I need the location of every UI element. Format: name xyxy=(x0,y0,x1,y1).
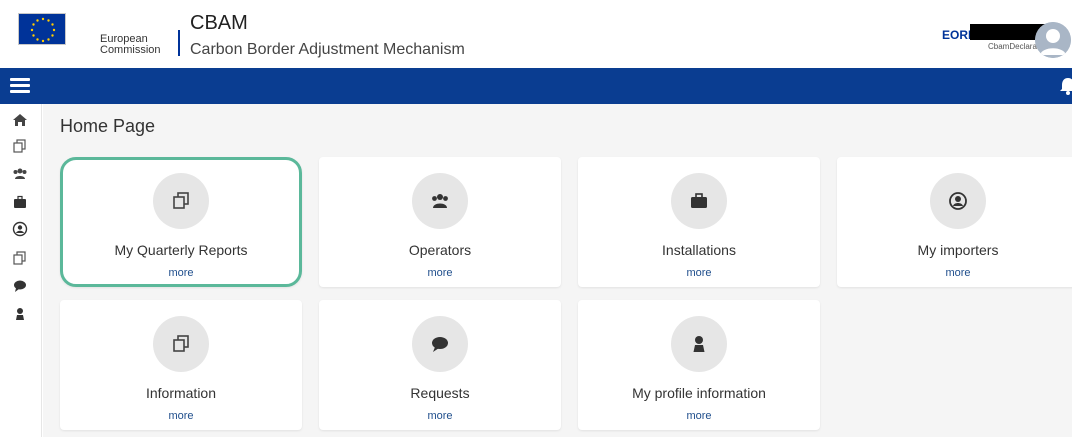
home-icon[interactable] xyxy=(12,112,28,128)
card-icon-circle xyxy=(930,173,986,229)
card-icon-circle xyxy=(153,316,209,372)
more-link[interactable]: more xyxy=(578,267,820,279)
card-information[interactable]: Information more xyxy=(60,300,302,430)
eu-flag-logo xyxy=(18,13,66,45)
reports-icon[interactable] xyxy=(12,138,28,154)
user-circle-icon[interactable] xyxy=(12,221,28,237)
more-link[interactable]: more xyxy=(60,410,302,422)
main-content: Home Page My Quarterly Reports more Oper… xyxy=(43,104,1072,437)
app-name: CBAM xyxy=(190,12,248,34)
card-label: Requests xyxy=(410,385,470,401)
reports-icon xyxy=(173,192,189,209)
card-label: Information xyxy=(145,385,217,401)
chat-bubble-icon xyxy=(432,337,448,352)
hamburger-menu-icon[interactable] xyxy=(10,78,30,94)
card-label: My profile information xyxy=(632,385,766,401)
card-label: My importers xyxy=(917,242,999,258)
more-link[interactable]: more xyxy=(578,410,820,422)
card-icon-circle xyxy=(671,173,727,229)
chat-bubble-icon[interactable] xyxy=(12,278,28,294)
card-icon-circle xyxy=(153,173,209,229)
sidebar xyxy=(0,104,42,437)
header: European Commission CBAM Carbon Border A… xyxy=(0,0,1072,68)
users-group-icon xyxy=(432,194,448,208)
card-my-importers[interactable]: My importers more xyxy=(837,157,1072,287)
more-link[interactable]: more xyxy=(63,267,299,279)
card-icon-circle xyxy=(412,173,468,229)
card-my-quarterly-reports[interactable]: My Quarterly Reports more xyxy=(60,157,302,287)
user-menu[interactable]: EORI CbamDeclarant xyxy=(902,18,1072,58)
card-label: Installations xyxy=(662,242,736,258)
card-operators[interactable]: Operators more xyxy=(319,157,561,287)
users-group-icon[interactable] xyxy=(12,166,28,182)
card-icon-circle xyxy=(671,316,727,372)
card-my-profile-information[interactable]: My profile information more xyxy=(578,300,820,430)
top-navbar xyxy=(0,68,1072,104)
copy-icon[interactable] xyxy=(12,250,28,266)
card-label: My Quarterly Reports xyxy=(114,242,248,258)
briefcase-icon xyxy=(691,193,707,208)
user-circle-icon xyxy=(949,192,967,210)
copy-icon xyxy=(173,335,189,352)
eori-label: EORI xyxy=(942,28,972,42)
more-link[interactable]: more xyxy=(837,267,1072,279)
card-requests[interactable]: Requests more xyxy=(319,300,561,430)
header-divider xyxy=(178,30,180,56)
person-icon[interactable] xyxy=(12,306,28,322)
briefcase-icon[interactable] xyxy=(12,194,28,210)
more-link[interactable]: more xyxy=(319,410,561,422)
card-label: Operators xyxy=(408,242,472,258)
avatar[interactable] xyxy=(1035,22,1071,58)
bell-icon[interactable] xyxy=(1058,76,1072,96)
person-icon xyxy=(693,336,705,352)
more-link[interactable]: more xyxy=(319,267,561,279)
european-commission-text: European Commission xyxy=(100,33,161,56)
app-subtitle: Carbon Border Adjustment Mechanism xyxy=(190,41,465,58)
card-icon-circle xyxy=(412,316,468,372)
page-title: Home Page xyxy=(60,116,156,136)
card-installations[interactable]: Installations more xyxy=(578,157,820,287)
